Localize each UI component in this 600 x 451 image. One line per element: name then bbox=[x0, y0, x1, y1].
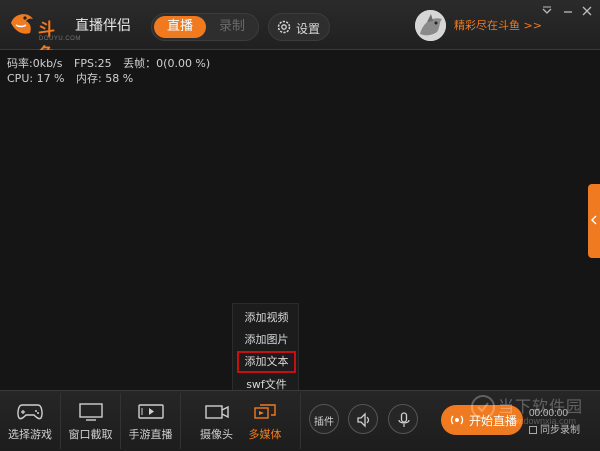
memory-stat: 内存: 58 % bbox=[76, 72, 134, 85]
gear-icon bbox=[277, 20, 291, 34]
phone-play-icon bbox=[137, 404, 164, 419]
settings-button[interactable]: 设置 bbox=[268, 13, 330, 41]
multimedia-label: 多媒体 bbox=[248, 428, 282, 441]
camera-icon bbox=[204, 405, 229, 419]
speaker-button[interactable] bbox=[348, 404, 378, 434]
settings-label: 设置 bbox=[296, 22, 321, 36]
speaker-icon bbox=[357, 412, 370, 428]
title-bar: 斗鱼 DOUYU.COM 直播伴侣 直播 录制 设置 精彩尽在斗鱼 >> bbox=[0, 0, 600, 65]
promo-link[interactable]: 精彩尽在斗鱼 >> bbox=[454, 17, 542, 33]
mobile-live-label: 手游直播 bbox=[128, 428, 173, 441]
add-image-item[interactable]: 添加图片 bbox=[233, 329, 300, 351]
monitor-icon bbox=[78, 403, 103, 421]
select-game-tool[interactable]: 选择游戏 bbox=[0, 391, 60, 451]
microphone-button[interactable] bbox=[388, 404, 418, 434]
multimedia-icon bbox=[254, 404, 276, 419]
select-game-label: 选择游戏 bbox=[8, 428, 52, 441]
cpu-stat: CPU: 17 % bbox=[7, 72, 65, 85]
shark-avatar-icon bbox=[415, 10, 446, 41]
app-title: 直播伴侣 bbox=[75, 18, 131, 34]
divider bbox=[180, 393, 181, 449]
mode-toggle: 直播 录制 bbox=[151, 13, 259, 41]
multimedia-tool[interactable]: 多媒体 bbox=[236, 391, 294, 451]
start-live-label: 开始直播 bbox=[469, 414, 518, 428]
divider bbox=[300, 393, 301, 449]
fish-logo-icon bbox=[11, 14, 33, 34]
multimedia-menu: 添加视频 添加图片 添加文本 swf文件 bbox=[232, 303, 299, 398]
mobile-live-tool[interactable]: 手游直播 bbox=[121, 391, 180, 451]
sync-record-checkbox[interactable] bbox=[529, 426, 537, 434]
sync-record-label: 同步录制 bbox=[540, 425, 580, 436]
plugin-label: 插件 bbox=[314, 417, 334, 428]
live-timer: 00:00:00 bbox=[529, 408, 568, 419]
broadcast-icon bbox=[450, 415, 464, 425]
stream-stats: 码率:0kb/s FPS:25 丢帧：0(0.00 %) CPU: 17 % 内… bbox=[7, 56, 218, 86]
preview-area[interactable]: 码率:0kb/s FPS:25 丢帧：0(0.00 %) CPU: 17 % 内… bbox=[0, 50, 600, 390]
dropped-frames-stat: 丢帧：0(0.00 %) bbox=[123, 57, 211, 70]
fps-stat: FPS:25 bbox=[74, 57, 112, 70]
user-avatar[interactable] bbox=[415, 10, 446, 41]
plugin-button[interactable]: 插件 bbox=[309, 404, 339, 434]
side-panel-toggle[interactable] bbox=[588, 184, 600, 258]
window-capture-label: 窗口截取 bbox=[68, 428, 113, 441]
window-capture-tool[interactable]: 窗口截取 bbox=[61, 391, 120, 451]
bottom-toolbar: 选择游戏 窗口截取 手游直播 摄像头 多媒体 插件 开始直播 00:00:00 … bbox=[0, 390, 600, 451]
douyu-logo: 斗鱼 DOUYU.COM bbox=[8, 9, 80, 65]
start-live-button[interactable]: 开始直播 bbox=[441, 405, 523, 435]
close-icon[interactable] bbox=[580, 4, 594, 18]
minimize-icon[interactable] bbox=[561, 4, 575, 18]
add-text-item[interactable]: 添加文本 bbox=[237, 351, 296, 373]
gamepad-icon bbox=[17, 404, 43, 420]
logo-subtext: DOUYU.COM bbox=[39, 36, 81, 42]
sync-record-option[interactable]: 同步录制 bbox=[529, 421, 580, 436]
chevron-left-icon bbox=[591, 215, 597, 225]
bitrate-stat: 码率:0kb/s bbox=[7, 57, 63, 70]
microphone-icon bbox=[398, 412, 410, 427]
record-mode-tab[interactable]: 录制 bbox=[208, 16, 256, 38]
add-video-item[interactable]: 添加视频 bbox=[233, 307, 300, 329]
dropdown-icon[interactable] bbox=[540, 4, 554, 18]
live-mode-tab[interactable]: 直播 bbox=[154, 16, 206, 38]
